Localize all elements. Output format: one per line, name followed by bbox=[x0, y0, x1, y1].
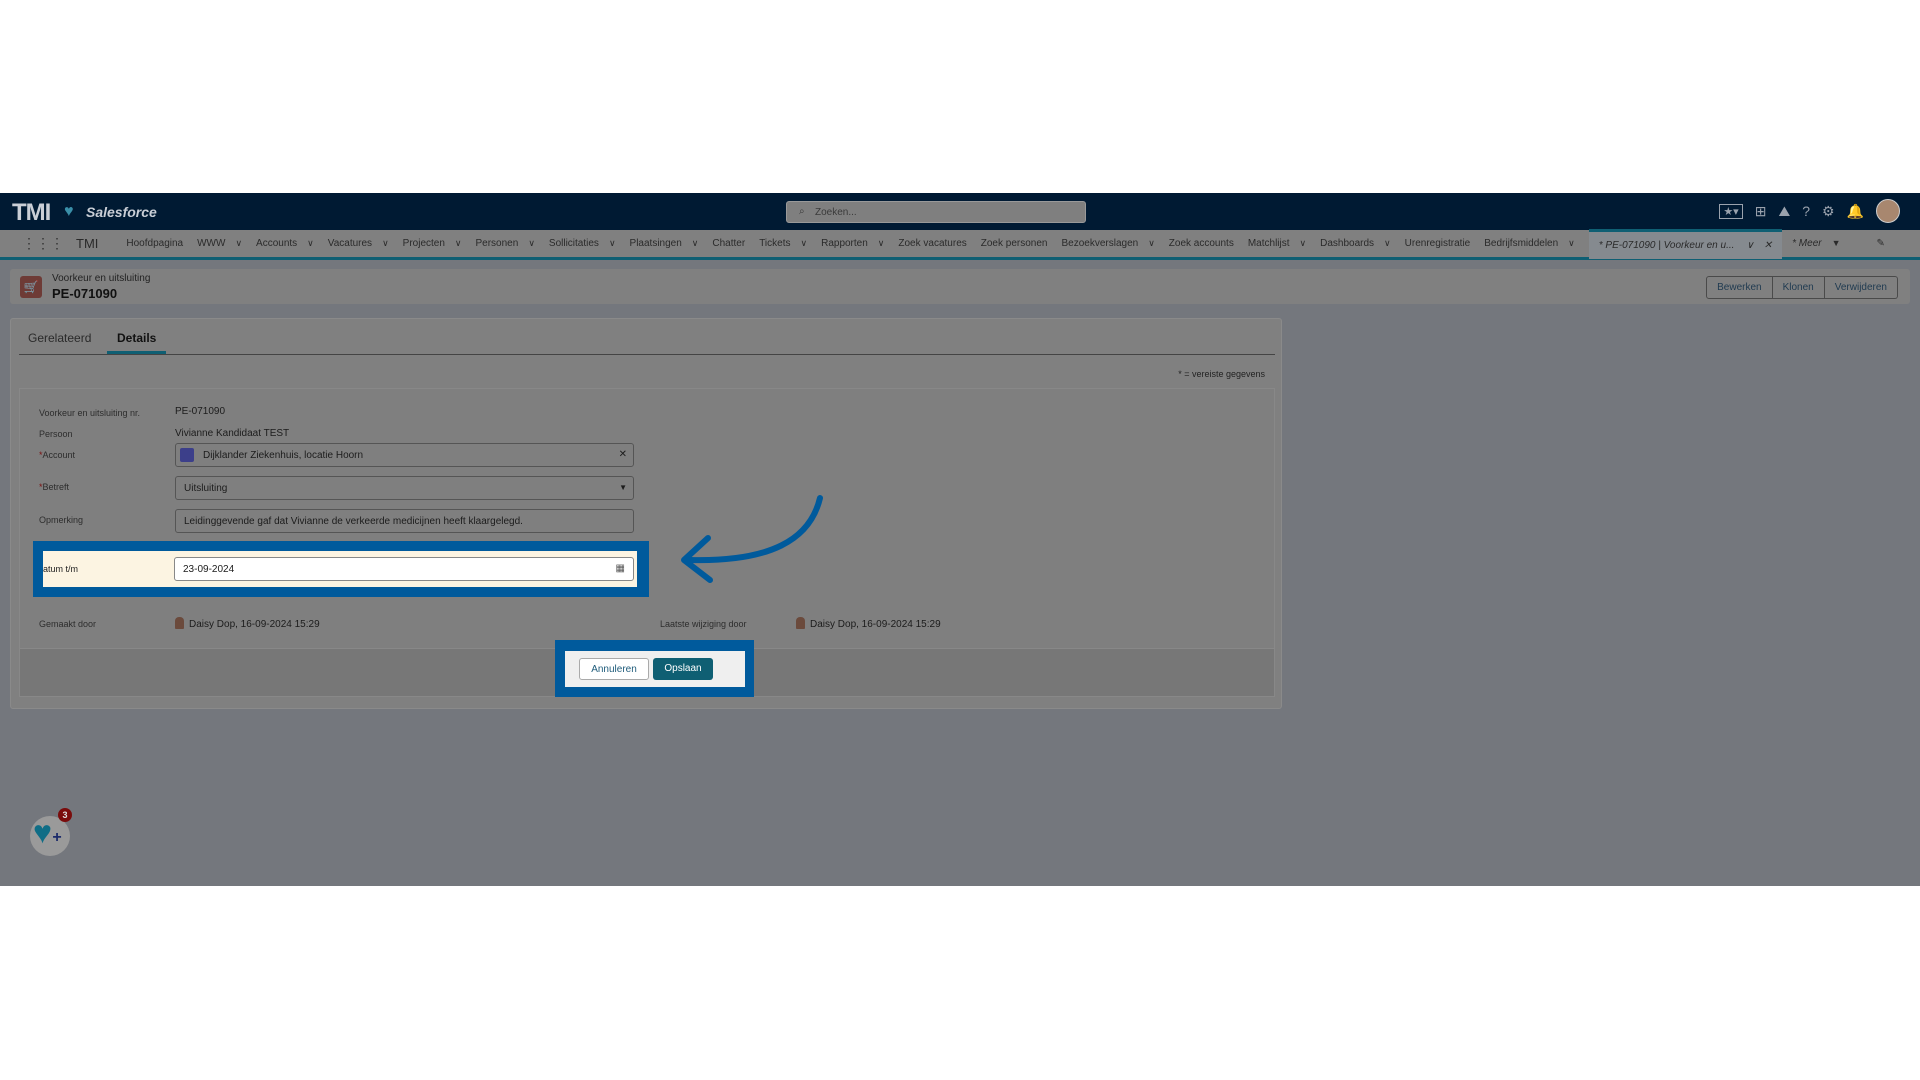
clear-icon[interactable]: ✕ bbox=[619, 449, 627, 460]
search-icon: ⌕ bbox=[799, 206, 805, 217]
chevron-down-icon[interactable]: ∨ bbox=[1300, 238, 1307, 248]
chevron-down-icon[interactable]: ∨ bbox=[1384, 238, 1391, 248]
app-name: TMI bbox=[76, 236, 99, 251]
nav-item-urenregistratie[interactable]: Urenregistratie bbox=[1405, 238, 1471, 249]
help-icon[interactable]: ? bbox=[1802, 203, 1810, 219]
label-nr: Voorkeur en uitsluiting nr. bbox=[39, 408, 141, 418]
nav-item-accounts[interactable]: Accounts ∨ bbox=[256, 238, 314, 249]
record-object-label: Voorkeur en uitsluiting bbox=[52, 273, 151, 284]
value-nr: PE-071090 bbox=[175, 406, 226, 417]
chevron-down-icon[interactable]: ∨ bbox=[307, 238, 314, 248]
record-name: PE-071090 bbox=[52, 286, 118, 301]
header-icons: ★▾ ⊞ ⛰ ? ⚙ 🔔 bbox=[1719, 199, 1900, 223]
nav-item-sollicitaties[interactable]: Sollicitaties ∨ bbox=[549, 238, 616, 249]
navigation-bar: ⋮⋮⋮ TMI Hoofdpagina WWW ∨ Accounts ∨ Vacature… bbox=[0, 228, 1920, 260]
nav-item-hoofdpagina[interactable]: Hoofdpagina bbox=[126, 238, 183, 249]
cart-icon: 🛒 bbox=[20, 276, 42, 298]
salesforce-app: TMI ♥ Salesforce ⌕ Zoeken... ★▾ ⊞ ⛰ ? ⚙ 🔔… bbox=[0, 193, 1920, 886]
chevron-down-icon[interactable]: ∨ bbox=[235, 238, 242, 248]
assistant-widget[interactable]: ♥ + 3 bbox=[30, 808, 72, 856]
label-gemaakt: Gemaakt door bbox=[39, 619, 97, 629]
record-header: 🛒 Voorkeur en uitsluiting PE-071090 Bewe… bbox=[10, 269, 1910, 304]
nav-item-dashboards[interactable]: Dashboards ∨ bbox=[1320, 238, 1391, 249]
nav-item-projecten[interactable]: Projecten ∨ bbox=[403, 238, 462, 249]
calendar-icon[interactable]: ▦ bbox=[616, 563, 625, 574]
caret-down-icon: ▼ bbox=[1831, 238, 1841, 248]
caret-down-icon: ▼ bbox=[619, 483, 627, 492]
settings-icon[interactable]: ⚙ bbox=[1822, 203, 1835, 220]
clone-button[interactable]: Klonen bbox=[1772, 276, 1825, 299]
betreft-select[interactable]: Uitsluiting ▼ bbox=[175, 476, 634, 500]
notification-badge: 3 bbox=[58, 808, 72, 822]
tab-divider bbox=[19, 354, 1275, 355]
chevron-down-icon[interactable]: ∨ bbox=[692, 238, 699, 248]
chevron-down-icon[interactable]: ∨ bbox=[1568, 238, 1575, 248]
delete-button[interactable]: Verwijderen bbox=[1824, 276, 1898, 299]
opmerking-input[interactable]: Leidinggevende gaf dat Vivianne de verke… bbox=[175, 509, 634, 533]
edit-button[interactable]: Bewerken bbox=[1706, 276, 1773, 299]
close-icon[interactable]: ✕ bbox=[1764, 240, 1772, 251]
nav-item-plaatsingen[interactable]: Plaatsingen ∨ bbox=[630, 238, 699, 249]
nav-item-bezoekverslagen[interactable]: Bezoekverslagen ∨ bbox=[1061, 238, 1154, 249]
salesforce-brand: Salesforce bbox=[86, 204, 157, 220]
chevron-down-icon[interactable]: ∨ bbox=[878, 238, 885, 248]
global-header: TMI ♥ Salesforce ⌕ Zoeken... ★▾ ⊞ ⛰ ? ⚙ 🔔 bbox=[0, 193, 1920, 230]
chevron-down-icon[interactable]: ∨ bbox=[1148, 238, 1155, 248]
chevron-down-icon[interactable]: ∨ bbox=[528, 238, 535, 248]
nav-item-zoek-vacatures[interactable]: Zoek vacatures bbox=[898, 238, 966, 249]
tmi-logo: TMI bbox=[12, 199, 51, 226]
nav-item-vacatures[interactable]: Vacatures ∨ bbox=[328, 238, 389, 249]
heart-logo-icon: ♥ bbox=[64, 203, 74, 220]
required-note: * = vereiste gegevens bbox=[1178, 369, 1265, 379]
account-icon bbox=[180, 448, 194, 462]
label-opmerking: Opmerking bbox=[39, 515, 84, 525]
user-icon bbox=[796, 617, 805, 629]
chevron-down-icon[interactable]: ∨ bbox=[382, 238, 389, 248]
favorites-star-icon[interactable]: ★▾ bbox=[1719, 203, 1743, 219]
nav-item-www[interactable]: WWW ∨ bbox=[197, 238, 242, 249]
value-gewijzigd: Daisy Dop, 16-09-2024 15:29 bbox=[796, 617, 941, 630]
label-gewijzigd: Laatste wijziging door bbox=[660, 619, 747, 629]
save-button[interactable]: Opslaan bbox=[653, 658, 713, 680]
user-icon bbox=[175, 617, 184, 629]
label-persoon: Persoon bbox=[39, 429, 73, 439]
chevron-down-icon[interactable]: ∨ bbox=[801, 238, 808, 248]
account-lookup-input[interactable]: Dijklander Ziekenhuis, locatie Hoorn ✕ bbox=[175, 443, 634, 467]
value-gemaakt: Daisy Dop, 16-09-2024 15:29 bbox=[175, 617, 320, 630]
date-input[interactable]: 23-09-2024 ▦ bbox=[174, 557, 634, 581]
nav-item-bedrijfsmiddelen[interactable]: Bedrijfsmiddelen ∨ bbox=[1484, 238, 1575, 249]
app-launcher-icon[interactable]: ⋮⋮⋮ bbox=[22, 235, 64, 252]
chevron-down-icon[interactable]: ∨ bbox=[455, 238, 462, 248]
nav-item-personen[interactable]: Personen ∨ bbox=[476, 238, 535, 249]
nav-item-chatter[interactable]: Chatter bbox=[712, 238, 745, 249]
nav-item-zoek-accounts[interactable]: Zoek accounts bbox=[1169, 238, 1234, 249]
label-betreft: *Betreft bbox=[39, 482, 70, 492]
footer-buttons-highlight: Annuleren Opslaan bbox=[555, 640, 754, 697]
nav-item-matchlijst[interactable]: Matchlijst ∨ bbox=[1248, 238, 1306, 249]
nav-item-zoek-personen[interactable]: Zoek personen bbox=[981, 238, 1048, 249]
nav-item-tickets[interactable]: Tickets ∨ bbox=[759, 238, 807, 249]
tab-current-record[interactable]: * PE-071090 | Voorkeur en u... ∨ ✕ bbox=[1588, 228, 1783, 259]
add-icon[interactable]: ⊞ bbox=[1755, 203, 1767, 220]
bell-icon[interactable]: 🔔 bbox=[1847, 203, 1864, 220]
trailhead-icon[interactable]: ⛰ bbox=[1778, 203, 1790, 220]
user-avatar[interactable] bbox=[1876, 199, 1900, 223]
chevron-down-icon[interactable]: ∨ bbox=[1746, 240, 1753, 251]
nav-item-rapporten[interactable]: Rapporten ∨ bbox=[821, 238, 884, 249]
edit-form: Voorkeur en uitsluiting nr. PE-071090 Pe… bbox=[19, 388, 1275, 648]
record-actions: Bewerken Klonen Verwijderen bbox=[1706, 276, 1898, 299]
edit-nav-pencil-icon[interactable]: ✎ bbox=[1877, 238, 1885, 249]
cancel-button[interactable]: Annuleren bbox=[579, 658, 649, 680]
chevron-down-icon[interactable]: ∨ bbox=[609, 238, 616, 248]
global-search-input[interactable]: ⌕ Zoeken... bbox=[786, 201, 1086, 223]
value-persoon: Vivianne Kandidaat TEST bbox=[175, 428, 290, 439]
nav-more[interactable]: * Meer ▼ bbox=[1792, 238, 1840, 249]
tab-related[interactable]: Gerelateerd bbox=[28, 331, 91, 345]
tab-details[interactable]: Details bbox=[107, 331, 167, 354]
pointer-arrow bbox=[681, 495, 823, 583]
date-field-highlight: atum t/m 23-09-2024 ▦ bbox=[33, 541, 649, 597]
label-account: *Account bbox=[39, 450, 76, 460]
label-datum: atum t/m bbox=[43, 564, 79, 574]
